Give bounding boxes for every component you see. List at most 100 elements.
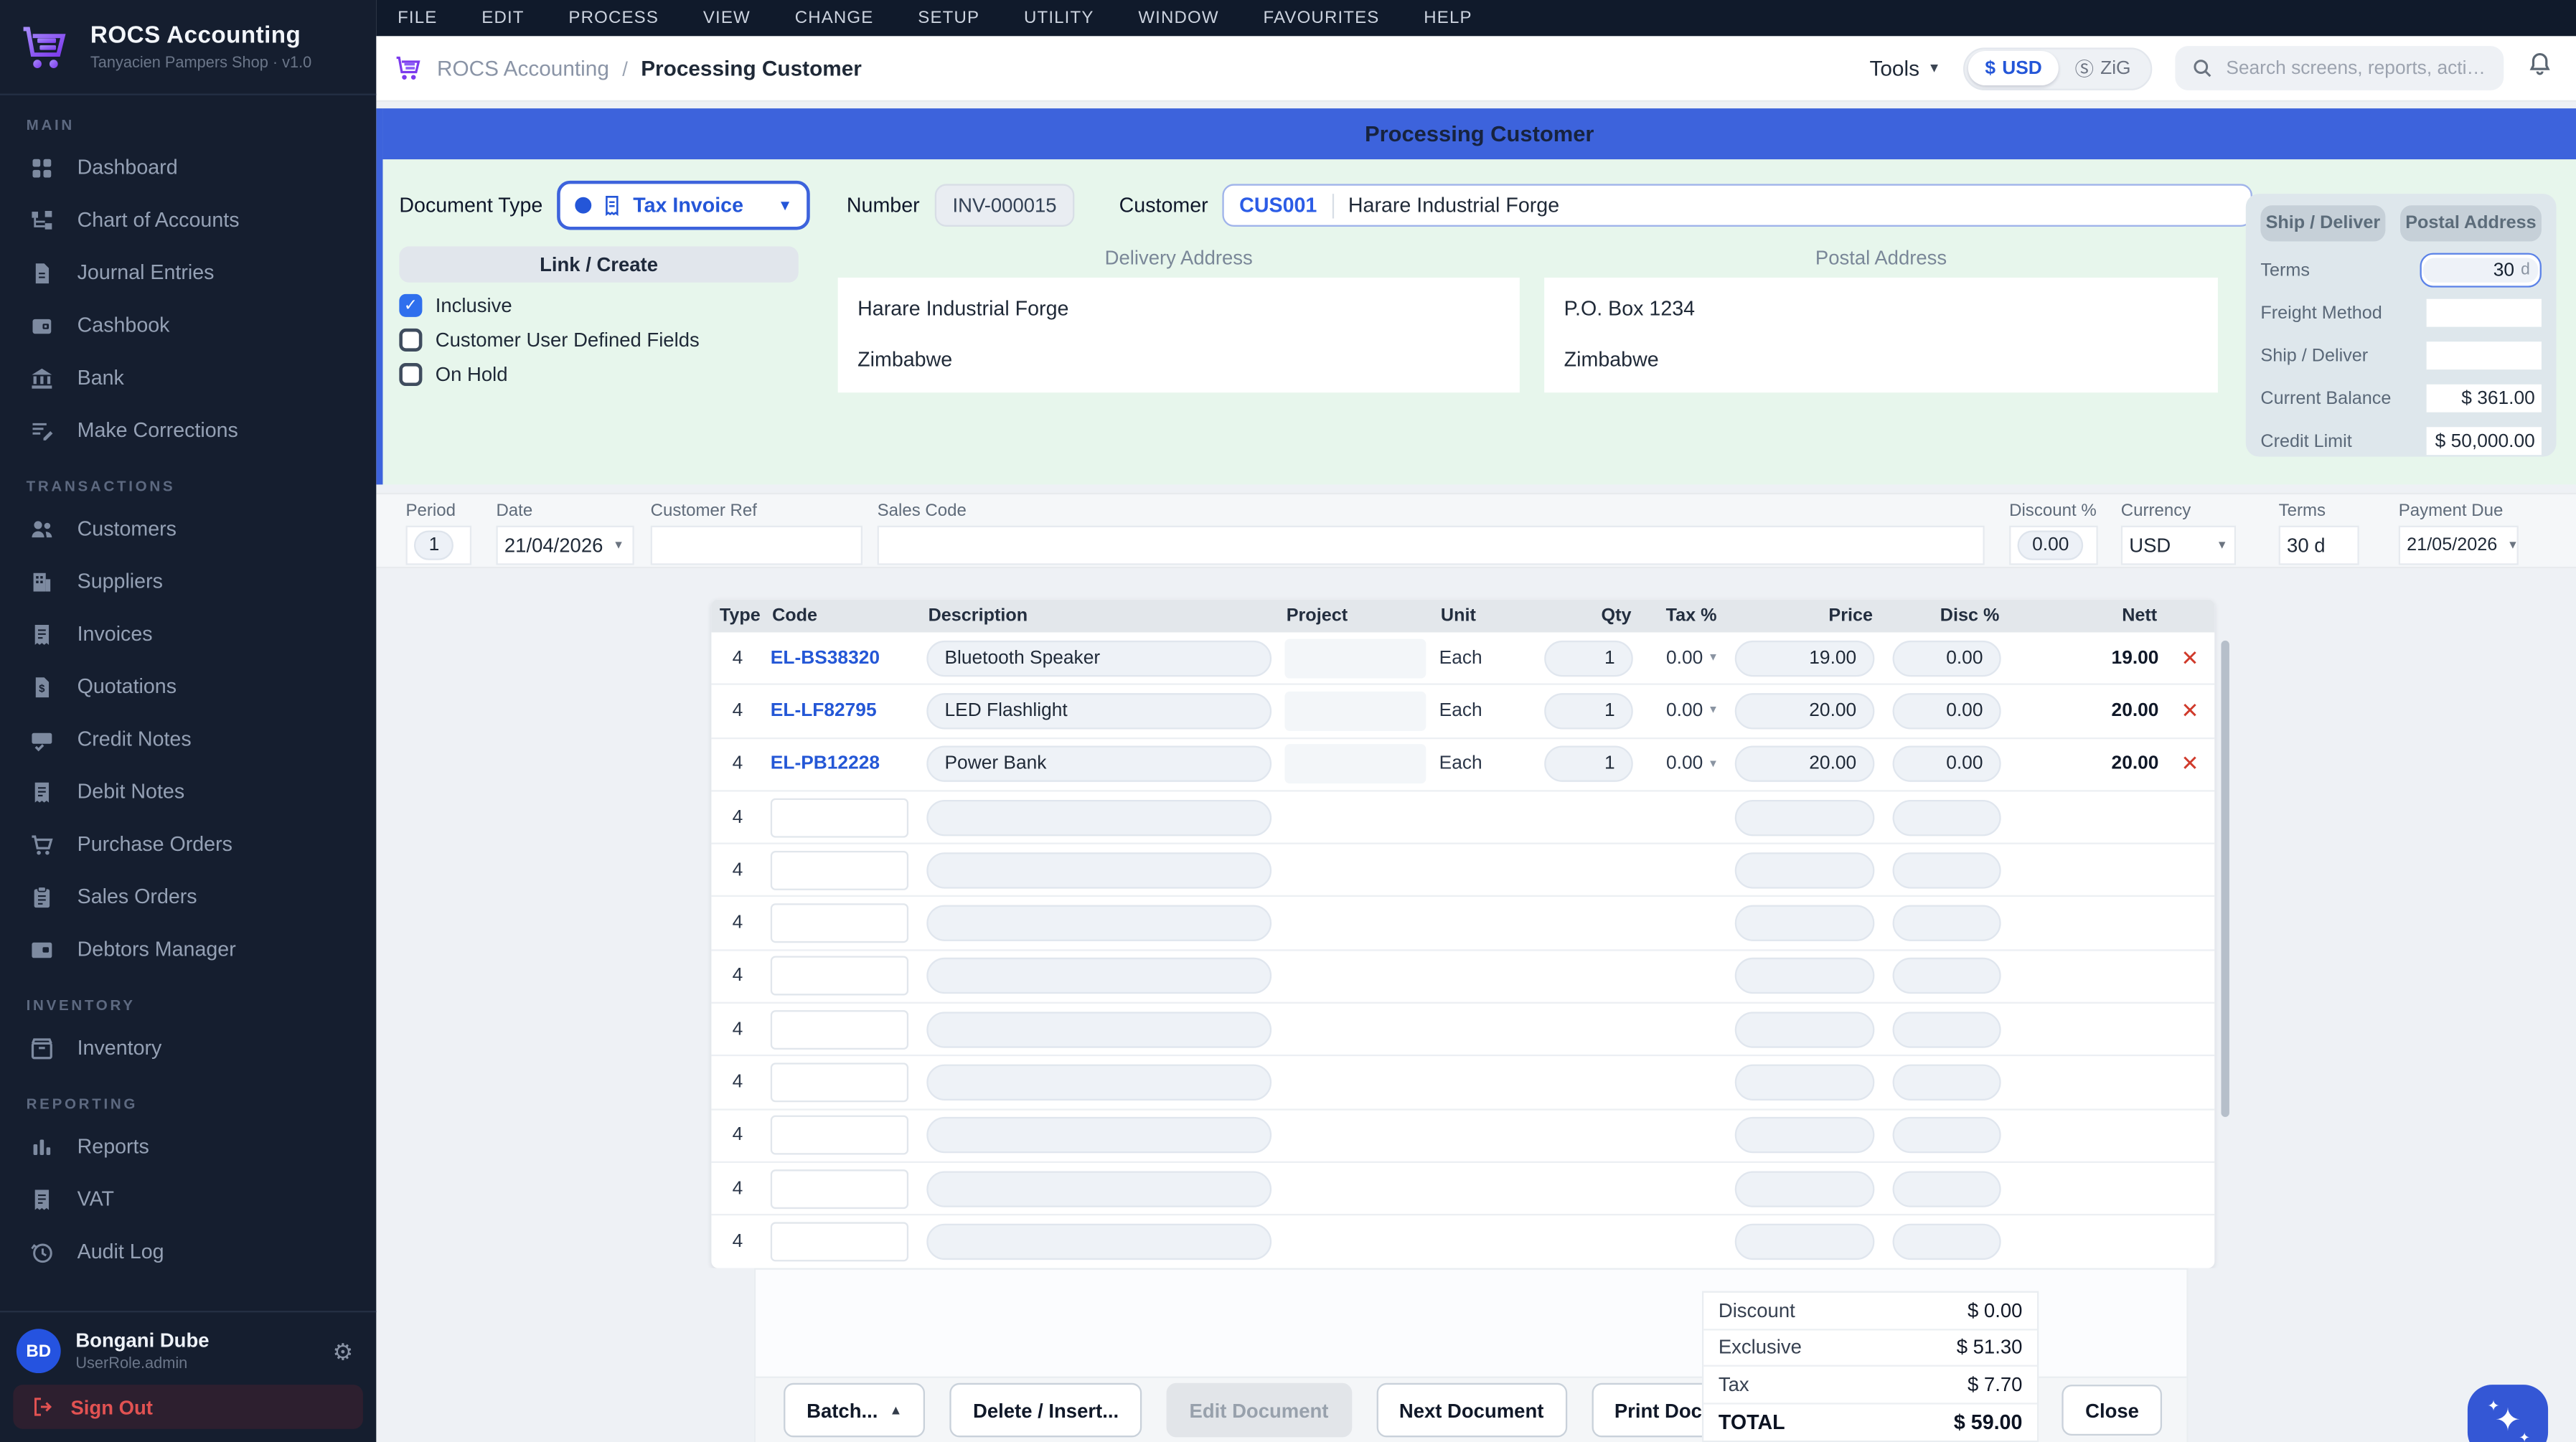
link-create-button[interactable]: Link / Create	[399, 246, 799, 283]
price-input[interactable]	[1734, 905, 1875, 942]
freight-method-input[interactable]	[2426, 298, 2542, 327]
price-input[interactable]	[1734, 1064, 1875, 1101]
sidebar-item-audit-log[interactable]: Audit Log	[0, 1225, 376, 1278]
sidebar-item-reports[interactable]: Reports	[0, 1120, 376, 1172]
customer-input[interactable]: CUS001 Harare Industrial Forge	[1223, 184, 2253, 227]
postal-address-box[interactable]: P.O. Box 1234 Zimbabwe	[1544, 277, 2218, 393]
currency-zig-option[interactable]: Ⓢ ZiG	[2059, 51, 2148, 85]
unchecked-checkbox-icon[interactable]	[399, 362, 423, 387]
item-code-link[interactable]: EL-BS38320	[771, 649, 880, 668]
menu-help[interactable]: HELP	[1424, 8, 1472, 27]
sidebar-item-purchase-orders[interactable]: Purchase Orders	[0, 818, 376, 870]
price-input[interactable]: 20.00	[1734, 745, 1875, 783]
description-input[interactable]	[926, 1117, 1272, 1154]
sidebar-item-inventory[interactable]: Inventory	[0, 1022, 376, 1074]
period-input[interactable]: 1	[405, 525, 472, 565]
sign-out-button[interactable]: Sign Out	[13, 1385, 363, 1429]
price-input[interactable]	[1734, 1170, 1875, 1207]
menu-utility[interactable]: UTILITY	[1024, 8, 1094, 27]
description-input[interactable]: LED Flashlight	[926, 693, 1272, 730]
disc-input[interactable]	[1892, 1170, 2001, 1207]
sidebar-item-debtors-manager[interactable]: Debtors Manager	[0, 923, 376, 976]
ai-assistant-fab[interactable]: ✦ ✦ ✦	[2467, 1385, 2549, 1442]
tax-select[interactable]: 0.00	[1666, 701, 1703, 720]
delete-row-icon[interactable]: ✕	[2181, 751, 2199, 778]
price-input[interactable]	[1734, 1223, 1875, 1260]
description-input[interactable]	[926, 905, 1272, 942]
project-cell[interactable]	[1284, 638, 1426, 678]
next-document-button[interactable]: Next Document	[1376, 1382, 1567, 1438]
project-cell[interactable]	[1284, 744, 1426, 784]
disc-input[interactable]	[1892, 798, 2001, 836]
grid-scrollbar[interactable]	[2221, 640, 2229, 1117]
currency-usd-option[interactable]: $ USD	[1968, 50, 2059, 86]
item-code-input[interactable]	[770, 1169, 909, 1209]
disc-input[interactable]	[1892, 1064, 2001, 1101]
checkbox-inclusive[interactable]: ✓ Inclusive	[399, 293, 798, 317]
menu-view[interactable]: VIEW	[703, 8, 751, 27]
qty-input[interactable]: 1	[1544, 640, 1633, 677]
checkbox-customer-user-defined-fields[interactable]: Customer User Defined Fields	[399, 328, 798, 352]
menu-setup[interactable]: SETUP	[918, 8, 979, 27]
item-code-link[interactable]: EL-LF82795	[771, 701, 877, 720]
description-input[interactable]: Power Bank	[926, 745, 1272, 783]
sidebar-item-suppliers[interactable]: Suppliers	[0, 555, 376, 608]
menu-change[interactable]: CHANGE	[795, 8, 874, 27]
sidebar-item-credit-notes[interactable]: Credit Notes	[0, 713, 376, 765]
gear-icon[interactable]: ⚙	[332, 1339, 353, 1367]
delete-row-icon[interactable]: ✕	[2181, 698, 2199, 725]
payment-due-input[interactable]: 21/05/2026 ▼	[2398, 525, 2519, 565]
description-input[interactable]	[926, 1011, 1272, 1048]
tax-select[interactable]: 0.00	[1666, 754, 1703, 773]
description-input[interactable]	[926, 852, 1272, 889]
item-code-input[interactable]	[770, 850, 909, 890]
price-input[interactable]	[1734, 798, 1875, 836]
delivery-address-box[interactable]: Harare Industrial Forge Zimbabwe	[837, 277, 1520, 393]
description-input[interactable]	[926, 1064, 1272, 1101]
ship-deliver-input[interactable]	[2426, 341, 2542, 370]
menu-edit[interactable]: EDIT	[481, 8, 524, 27]
disc-input[interactable]	[1892, 852, 2001, 889]
sidebar-item-debit-notes[interactable]: Debit Notes	[0, 765, 376, 818]
sidebar-item-invoices[interactable]: Invoices	[0, 608, 376, 660]
item-code-input[interactable]	[770, 956, 909, 996]
item-code-input[interactable]	[770, 903, 909, 943]
customer-ref-input[interactable]	[650, 525, 863, 565]
menu-window[interactable]: WINDOW	[1138, 8, 1218, 27]
sidebar-item-journal-entries[interactable]: Journal Entries	[0, 246, 376, 298]
sidebar-item-quotations[interactable]: $ Quotations	[0, 660, 376, 712]
sidebar-item-sales-orders[interactable]: Sales Orders	[0, 870, 376, 923]
delete-row-icon[interactable]: ✕	[2181, 645, 2199, 671]
price-input[interactable]: 19.00	[1734, 640, 1875, 677]
unchecked-checkbox-icon[interactable]	[399, 328, 423, 352]
discount-pct-input[interactable]: 0.00	[2009, 525, 2098, 565]
sidebar-item-cashbook[interactable]: Cashbook	[0, 299, 376, 352]
disc-input[interactable]	[1892, 905, 2001, 942]
disc-input[interactable]	[1892, 1011, 2001, 1048]
global-search-input[interactable]: Search screens, reports, acti…	[2175, 46, 2504, 90]
tools-menu[interactable]: Tools ▼	[1869, 56, 1940, 80]
description-input[interactable]	[926, 958, 1272, 995]
disc-input[interactable]: 0.00	[1892, 745, 2001, 783]
disc-input[interactable]	[1892, 958, 2001, 995]
ship-deliver-button[interactable]: Ship / Deliver	[2260, 205, 2386, 242]
document-type-select[interactable]: Tax Invoice ▼	[557, 180, 811, 230]
item-code-input[interactable]	[770, 1222, 909, 1262]
menu-process[interactable]: PROCESS	[568, 8, 659, 27]
price-input[interactable]	[1734, 958, 1875, 995]
sidebar-item-vat[interactable]: VAT	[0, 1173, 376, 1225]
item-code-input[interactable]	[770, 1062, 909, 1103]
menu-file[interactable]: FILE	[398, 8, 437, 27]
user-block[interactable]: BD Bongani Dube UserRole.admin ⚙	[13, 1326, 363, 1385]
qty-input[interactable]: 1	[1544, 745, 1633, 783]
price-input[interactable]	[1734, 1011, 1875, 1048]
price-input[interactable]	[1734, 852, 1875, 889]
disc-input[interactable]	[1892, 1117, 2001, 1154]
disc-input[interactable]	[1892, 1223, 2001, 1260]
menu-favourites[interactable]: FAVOURITES	[1264, 8, 1380, 27]
bell-icon[interactable]	[2526, 51, 2553, 85]
project-cell[interactable]	[1284, 691, 1426, 731]
item-code-input[interactable]	[770, 1009, 909, 1050]
sidebar-item-bank[interactable]: Bank	[0, 352, 376, 404]
postal-address-button[interactable]: Postal Address	[2400, 205, 2542, 242]
